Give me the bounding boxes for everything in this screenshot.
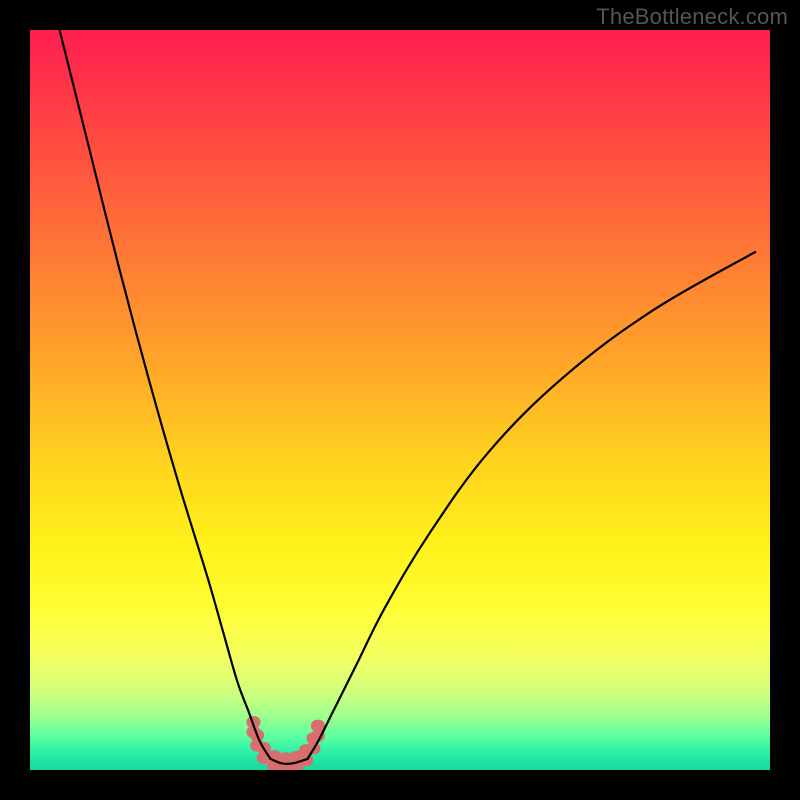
curve-right-branch bbox=[308, 252, 756, 759]
valley-bumps bbox=[246, 716, 324, 770]
curve-left-branch bbox=[60, 30, 271, 759]
watermark-text: TheBottleneck.com bbox=[596, 4, 788, 30]
curve-layer bbox=[30, 30, 770, 770]
plot-area bbox=[30, 30, 770, 770]
chart-frame: TheBottleneck.com bbox=[0, 0, 800, 800]
